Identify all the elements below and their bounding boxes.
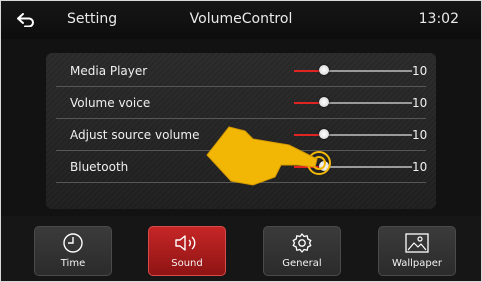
bottom-tab-bar: Time Sound General Wallpaper (1, 216, 481, 281)
volume-slider[interactable] (294, 65, 412, 75)
header-bar: Setting VolumeControl 13:02 (1, 1, 481, 39)
image-icon (404, 232, 430, 254)
setting-label: Volume voice (70, 96, 151, 110)
setting-label: Adjust source volume (70, 128, 200, 142)
tab-time[interactable]: Time (34, 226, 112, 276)
pointer-hand-icon (206, 126, 331, 186)
speaker-icon (173, 232, 201, 254)
setting-label: Bluetooth (70, 160, 129, 174)
tab-general[interactable]: General (263, 226, 341, 276)
volume-slider[interactable] (294, 97, 412, 107)
setting-value: 10 (412, 64, 428, 78)
tab-sound[interactable]: Sound (148, 226, 226, 276)
gear-icon (291, 232, 313, 254)
page-subtitle: VolumeControl (189, 11, 293, 27)
setting-value: 10 (412, 160, 428, 174)
slider-thumb[interactable] (318, 97, 329, 107)
clock-icon (62, 232, 84, 254)
setting-label: Media Player (70, 64, 148, 78)
setting-row-media-player: Media Player 10 (46, 55, 436, 87)
setting-value: 10 (412, 128, 428, 142)
slider-thumb[interactable] (318, 65, 329, 75)
tab-label: Sound (171, 258, 203, 269)
setting-value: 10 (412, 96, 428, 110)
clock-time: 13:02 (418, 11, 459, 27)
tab-label: Time (60, 258, 86, 269)
tab-wallpaper[interactable]: Wallpaper (378, 226, 456, 276)
setting-row-volume-voice: Volume voice 10 (46, 87, 436, 119)
app-screen: Setting VolumeControl 13:02 Media Player… (0, 0, 482, 282)
tab-label: General (282, 258, 322, 269)
tab-label: Wallpaper (391, 258, 443, 269)
